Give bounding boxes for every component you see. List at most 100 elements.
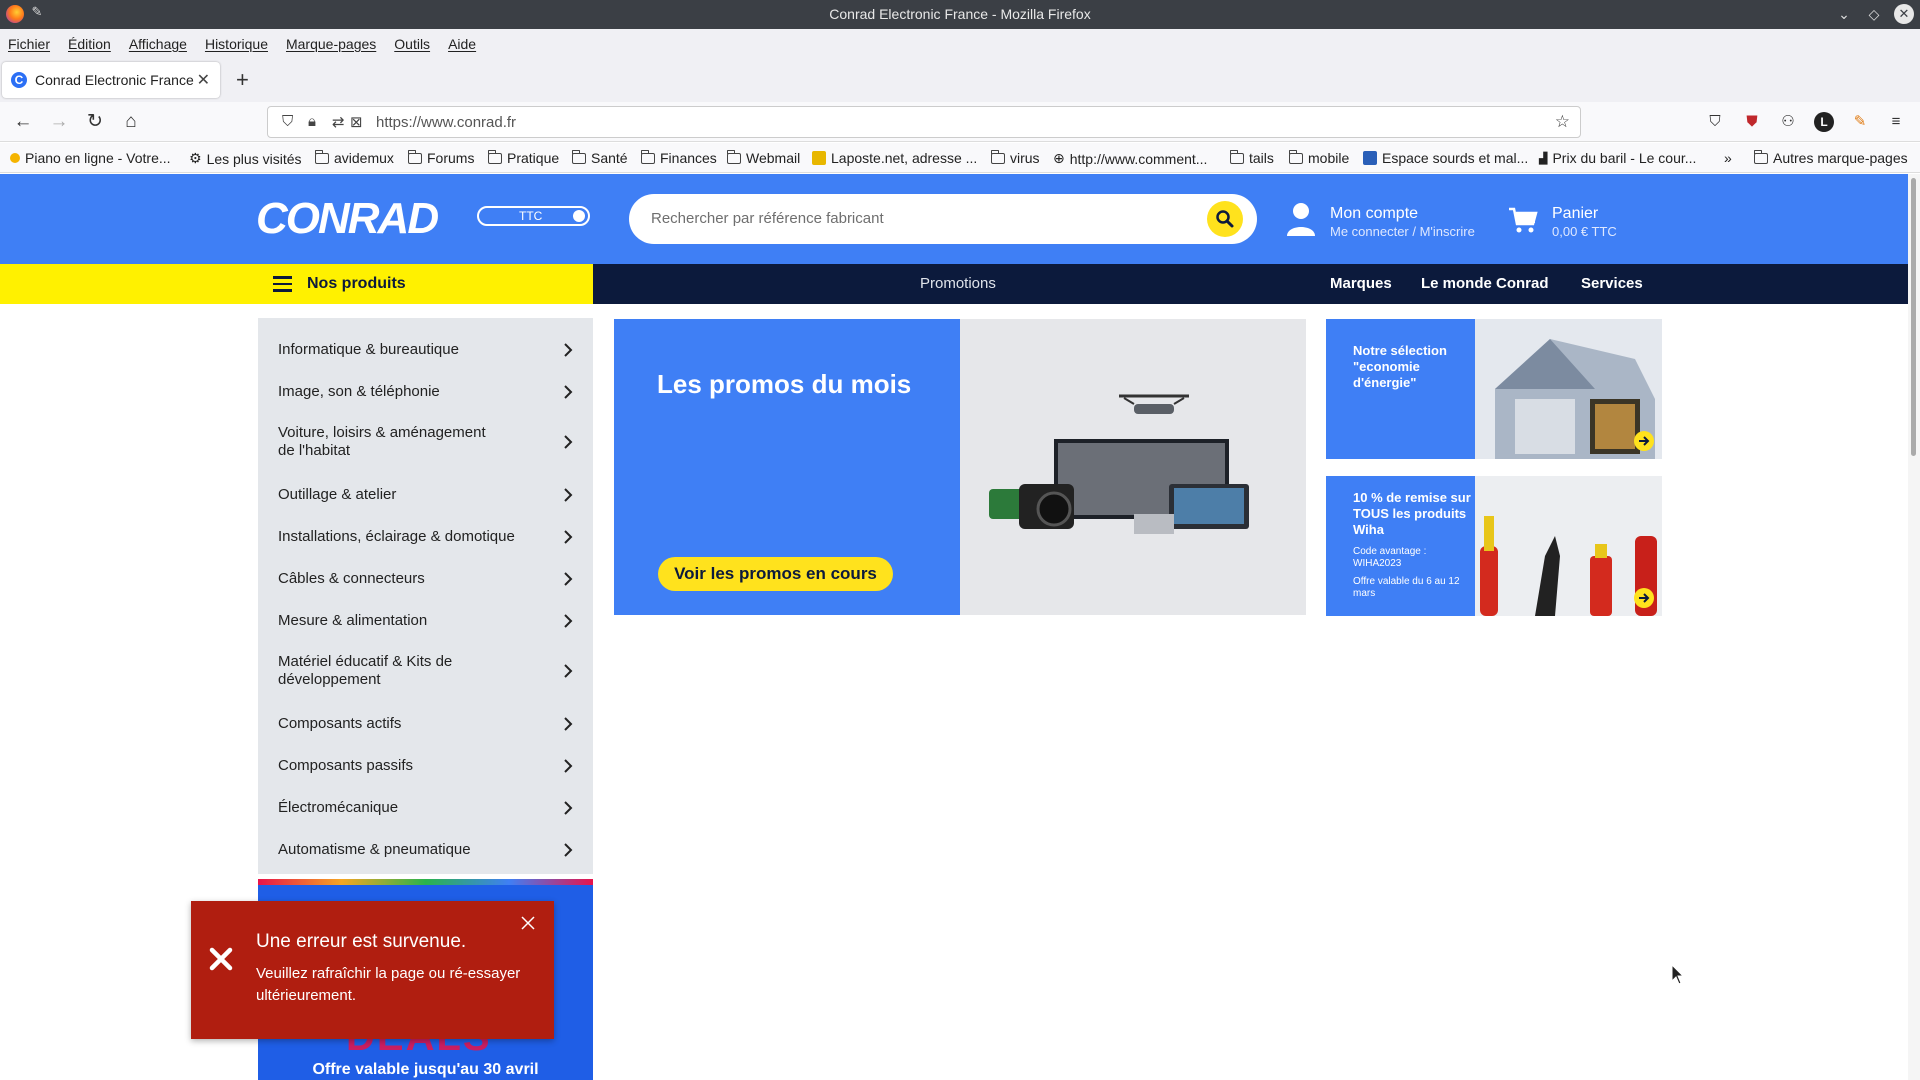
category-item[interactable]: Voiture, loisirs & aménagement de l'habi…	[278, 424, 573, 460]
account-extension-icon[interactable]: L	[1814, 112, 1834, 132]
error-toast: Une erreur est survenue. Veuillez rafraî…	[191, 901, 554, 1039]
shield-icon[interactable]: ⛉	[282, 113, 293, 130]
energy-banner[interactable]: Notre sélection "economie d'énergie"	[1326, 319, 1662, 459]
cart-title: Panier	[1552, 205, 1599, 222]
account-title: Mon compte	[1330, 205, 1419, 222]
category-sidebar: Informatique & bureautique Image, son & …	[258, 318, 593, 874]
menu-aide[interactable]: Aide	[448, 36, 476, 52]
category-item[interactable]: Automatisme & pneumatique	[278, 841, 573, 859]
url-text[interactable]: https://www.conrad.fr	[376, 114, 516, 131]
bookmarks-toolbar: Piano en ligne - Votre... ⚙ Les plus visi…	[0, 143, 1920, 173]
close-icon[interactable]	[520, 915, 536, 931]
back-icon[interactable]: ←	[11, 110, 35, 134]
account-subtitle[interactable]: Me connecter / M'inscrire	[1330, 224, 1475, 239]
bookmark-star-icon[interactable]: ☆	[1555, 112, 1570, 132]
bookmark-item[interactable]: Espace sourds et mal...	[1363, 150, 1528, 166]
search-input[interactable]: Rechercher par référence fabricant	[651, 210, 884, 227]
promo-banner[interactable]: Les promos du mois Voir les promos en co…	[614, 319, 1306, 615]
bookmark-item[interactable]: ⚙ Les plus visités	[189, 150, 302, 167]
category-item[interactable]: Composants actifs	[278, 715, 573, 733]
more-bookmarks-icon[interactable]: »	[1724, 150, 1732, 166]
menu-edition[interactable]: Édition	[68, 36, 111, 52]
bookmark-item[interactable]: mobile	[1288, 149, 1349, 166]
pocket-icon[interactable]: ⛉	[1705, 112, 1725, 132]
promo-banner-panel: Les promos du mois Voir les promos en co…	[614, 319, 960, 615]
bookmark-item[interactable]: Santé	[571, 149, 628, 166]
home-icon[interactable]: ⌂	[119, 110, 143, 134]
category-item[interactable]: Mesure & alimentation	[278, 612, 573, 630]
category-item[interactable]: Informatique & bureautique	[278, 341, 573, 359]
firefox-icon	[6, 5, 24, 23]
bookmark-item[interactable]: tails	[1229, 149, 1274, 166]
close-window-icon[interactable]: ✕	[1894, 4, 1914, 24]
menu-marque-pages[interactable]: Marque-pages	[286, 36, 376, 52]
hamburger-menu-icon[interactable]: ≡	[1886, 112, 1906, 132]
bookmark-item[interactable]: Forums	[407, 149, 474, 166]
price-toggle-label: TTC	[519, 209, 543, 223]
bookmark-item[interactable]: Laposte.net, adresse ...	[812, 150, 977, 166]
bookmark-item[interactable]: Pratique	[487, 149, 559, 166]
folder-icon	[990, 149, 1005, 164]
bookmark-item[interactable]: Finances	[640, 149, 717, 166]
menu-fichier[interactable]: Fichier	[8, 36, 50, 52]
conrad-logo[interactable]: CONRAD	[256, 196, 440, 242]
window-titlebar: ✎ Conrad Electronic France - Mozilla Fir…	[0, 0, 1920, 29]
bookmark-item[interactable]: ⊕ http://www.comment...	[1053, 150, 1207, 167]
reload-icon[interactable]: ↻	[83, 110, 107, 134]
nav-promotions[interactable]: Promotions	[920, 275, 996, 292]
maximize-icon[interactable]: ◇	[1864, 4, 1884, 24]
bookmark-item[interactable]: avidemux	[314, 149, 394, 166]
chevron-right-icon	[564, 385, 573, 399]
permissions-icon[interactable]: ⇄	[332, 113, 345, 131]
wiha-banner-text: 10 % de remise sur TOUS les produits Wih…	[1353, 490, 1471, 537]
bookmark-item[interactable]: Piano en ligne - Votre...	[10, 150, 171, 166]
piano-icon	[10, 153, 20, 163]
minimize-icon[interactable]: ⌄	[1834, 4, 1854, 24]
search-button[interactable]	[1207, 201, 1243, 237]
arrow-right-icon[interactable]	[1634, 431, 1654, 451]
arrow-right-icon[interactable]	[1634, 588, 1654, 608]
extension-icon[interactable]: ⚇	[1778, 112, 1798, 132]
category-item[interactable]: Installations, éclairage & domotique	[278, 528, 573, 546]
category-item[interactable]: Câbles & connecteurs	[278, 570, 573, 588]
category-item[interactable]: Outillage & atelier	[278, 486, 573, 504]
products-menu-button[interactable]: Nos produits	[0, 264, 593, 304]
lock-icon[interactable]: 🔒︎	[308, 113, 316, 130]
tab-conrad[interactable]: C Conrad Electronic France ✕	[2, 62, 220, 98]
navigation-toolbar: ← → ↻ ⌂ ⛉ 🔒︎ ⇄ ⊠ https://www.conrad.fr ☆…	[0, 102, 1920, 142]
page-scrollbar[interactable]	[1908, 174, 1920, 1080]
price-toggle[interactable]: TTC	[477, 206, 590, 226]
folder-icon	[1229, 149, 1244, 164]
addon-icon[interactable]: ✎	[1850, 112, 1870, 132]
bookmark-item[interactable]: Autres marque-pages	[1753, 149, 1908, 166]
category-item[interactable]: Composants passifs	[278, 757, 573, 775]
chevron-right-icon	[564, 572, 573, 586]
category-item[interactable]: Électromécanique	[278, 799, 573, 817]
bookmark-item[interactable]: Webmail	[726, 149, 800, 166]
forward-icon[interactable]: →	[47, 110, 71, 134]
menu-affichage[interactable]: Affichage	[129, 36, 187, 52]
tracking-icon[interactable]: ⊠	[350, 113, 363, 131]
promo-cta-button[interactable]: Voir les promos en cours	[658, 557, 893, 591]
ublock-icon[interactable]: ⛊	[1742, 112, 1762, 132]
nav-services[interactable]: Services	[1581, 275, 1643, 292]
url-bar[interactable]: ⛉ 🔒︎ ⇄ ⊠ https://www.conrad.fr ☆	[267, 106, 1581, 138]
scrollbar-thumb[interactable]	[1911, 178, 1916, 456]
chevron-right-icon	[564, 614, 573, 628]
products-image	[989, 394, 1249, 534]
close-tab-icon[interactable]: ✕	[197, 70, 210, 90]
menu-historique[interactable]: Historique	[205, 36, 268, 52]
category-item[interactable]: Matériel éducatif & Kits de développemen…	[278, 653, 573, 689]
nav-conrad-world[interactable]: Le monde Conrad	[1421, 275, 1549, 292]
new-tab-button[interactable]: +	[236, 66, 249, 94]
menu-outils[interactable]: Outils	[394, 36, 430, 52]
bookmark-item[interactable]: virus	[990, 149, 1040, 166]
category-item[interactable]: Image, son & téléphonie	[278, 383, 573, 401]
deals-offer: Offre valable jusqu'au 30 avril	[312, 1061, 539, 1078]
wiha-banner[interactable]: 10 % de remise sur TOUS les produits Wih…	[1326, 476, 1662, 616]
pin-icon[interactable]: ✎	[30, 5, 44, 19]
bookmark-item[interactable]: ▟ Prix du baril - Le cour...	[1539, 150, 1696, 166]
tab-strip: C Conrad Electronic France ✕ +	[0, 58, 1920, 102]
nav-brands[interactable]: Marques	[1330, 275, 1392, 292]
folder-icon	[314, 149, 329, 164]
